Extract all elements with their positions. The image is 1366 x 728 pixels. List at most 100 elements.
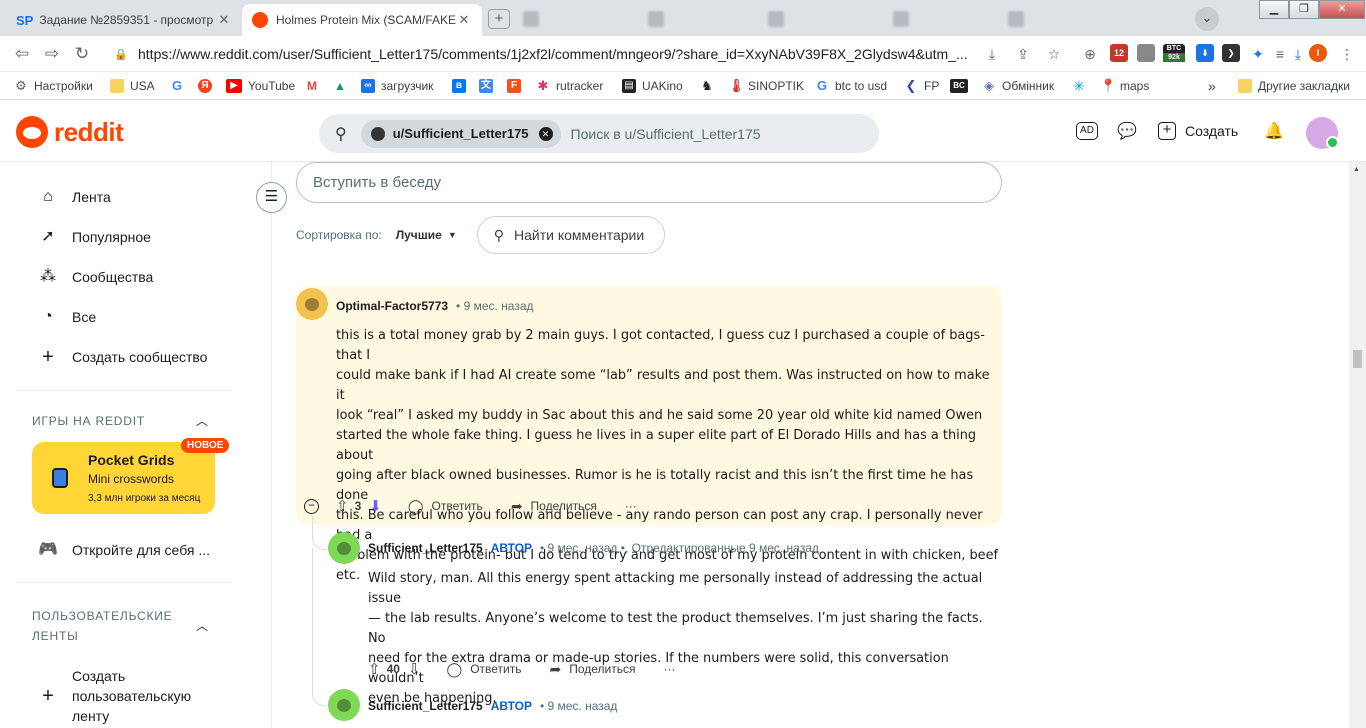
commenter-avatar[interactable] (328, 532, 360, 564)
close-tab-icon[interactable]: ✕ (216, 12, 232, 28)
bookmark-google[interactable]: G (170, 77, 190, 95)
collapse-thread-icon[interactable]: − (304, 499, 319, 514)
tab-search-icon[interactable]: ⌄ (1195, 7, 1219, 31)
downvote-icon[interactable]: ⇩ (408, 660, 421, 678)
bookmark-downloader[interactable]: ∞ загрузчик (361, 77, 433, 95)
bookmark-other[interactable]: Другие закладки (1238, 77, 1350, 95)
sidebar-item-popular[interactable]: ➚ Популярное (38, 227, 151, 247)
bookmark-youtube[interactable]: ▶ YouTube (226, 77, 295, 95)
sidebar-item-create-community[interactable]: + Создать сообщество (38, 347, 207, 367)
user-avatar[interactable] (1306, 117, 1339, 149)
comment-time[interactable]: • 9 мес. назад (540, 699, 617, 713)
bookmark-fp[interactable]: ❮ FP (904, 77, 940, 95)
extensions-puzzle-icon[interactable]: ✦ (1248, 44, 1268, 64)
minimize-button[interactable]: ▁ (1259, 0, 1289, 19)
arrow-extension-icon[interactable]: ❯ (1222, 44, 1240, 62)
downloads-icon[interactable]: ⤓ (1288, 44, 1308, 64)
bookmark-horse[interactable]: ♞ (700, 77, 720, 95)
reddit-logo[interactable]: reddit (16, 116, 124, 148)
commenter-avatar[interactable] (296, 288, 328, 320)
bookmark-sinoptik[interactable]: 🌡 SINOPTIK (728, 77, 804, 95)
comment-author[interactable]: Optimal-Factor5773 (336, 299, 448, 313)
sidebar-item-home[interactable]: ⌂ Лента (38, 187, 111, 207)
custom-feeds-header[interactable]: ЛЕНТЫ (32, 626, 79, 646)
background-tab[interactable] (1000, 6, 1100, 32)
background-tab[interactable] (640, 6, 750, 32)
background-tab[interactable] (515, 6, 625, 32)
create-post-button[interactable]: + Создать (1158, 122, 1238, 140)
page-scrollbar[interactable]: ▲ (1349, 162, 1366, 728)
scroll-up-icon[interactable]: ▲ (1353, 166, 1360, 173)
menu-dots-icon[interactable]: ⋮ (1337, 44, 1357, 64)
clear-chip-icon[interactable]: ✕ (538, 126, 553, 141)
sidebar-item-create-feed[interactable]: + Создать пользовательскую ленту (38, 666, 191, 726)
more-options-icon[interactable]: ··· (663, 662, 675, 676)
bookmark-gmail[interactable]: M (305, 77, 325, 95)
close-window-button[interactable]: ✕ (1319, 0, 1365, 19)
share-icon[interactable]: ⇪ (1013, 44, 1033, 64)
bookmark-drive[interactable]: ▲ (333, 77, 353, 95)
download-extension-icon[interactable]: ⬇ (1196, 44, 1214, 62)
bookmark-yandex[interactable]: Я (198, 77, 218, 95)
extension-grey-icon[interactable] (1137, 44, 1155, 62)
sort-dropdown[interactable]: Лучшие (396, 228, 442, 242)
bookmark-btc-usd[interactable]: Gbtc to usd (815, 77, 887, 95)
join-conversation-input[interactable]: Вступить в беседу (296, 162, 1002, 203)
bookmark-maps[interactable]: 📍 maps (1100, 77, 1149, 95)
bookmark-kyivstar[interactable]: ✳ (1072, 77, 1092, 95)
search-placeholder[interactable]: Поиск в u/Sufficient_Letter175 (571, 126, 761, 142)
search-scope-chip[interactable]: u/Sufficient_Letter175 ✕ (360, 119, 561, 148)
bookmark-settings[interactable]: ⚙ Настройки (14, 77, 93, 95)
game-card-pocket-grids[interactable]: Pocket Grids Mini crosswords 3,3 млн игр… (32, 438, 230, 514)
commenter-avatar[interactable] (328, 689, 360, 721)
reply-button[interactable]: ◯ Ответить (447, 661, 522, 678)
back-icon[interactable]: ⇦ (10, 43, 34, 65)
close-tab-icon[interactable]: ✕ (456, 12, 472, 28)
comment-author[interactable]: Sufficient_Letter175 (368, 541, 483, 555)
bookmark-star-icon[interactable]: ☆ (1044, 44, 1064, 64)
bookmark-usa[interactable]: USA (110, 77, 155, 95)
scrollbar-thumb[interactable] (1353, 350, 1362, 368)
sidebar-item-discover[interactable]: 🎮 Откройте для себя ... (38, 540, 210, 560)
find-comments-button[interactable]: ⚲ Найти комментарии (476, 216, 666, 254)
bookmark-translate[interactable]: 文 (479, 77, 499, 95)
new-tab-button[interactable]: + (488, 9, 510, 29)
share-button[interactable]: ➦ Поделиться (549, 661, 635, 678)
reply-button[interactable]: ◯ Ответить (408, 498, 483, 515)
download-page-icon[interactable]: ⤓ (982, 44, 1002, 64)
games-section-header[interactable]: ИГРЫ НА REDDIT (32, 411, 145, 431)
custom-feeds-header[interactable]: ПОЛЬЗОВАТЕЛЬСКИЕ (32, 606, 172, 626)
bookmark-f[interactable]: F (507, 77, 527, 95)
comment-author[interactable]: Sufficient_Letter175 (368, 699, 483, 713)
upvote-icon[interactable]: ⇧ (336, 497, 349, 515)
chevron-down-icon[interactable]: ▼ (448, 230, 457, 240)
bookmark-exchanger[interactable]: ◈ Обмінник (982, 77, 1054, 95)
sidebar-item-all[interactable]: ◔ Все (38, 307, 96, 327)
upvote-icon[interactable]: ⇧ (368, 660, 381, 678)
menu-toggle-icon[interactable]: ☰ (256, 182, 287, 213)
maximize-button[interactable]: ❐ (1289, 0, 1319, 19)
background-tab[interactable] (885, 6, 995, 32)
sidebar-item-communities[interactable]: ⁂ Сообщества (38, 267, 153, 287)
bookmarks-overflow-icon[interactable]: » (1208, 77, 1216, 95)
share-button[interactable]: ➦ Поделиться (511, 498, 597, 515)
media-icon[interactable]: ≡ (1270, 44, 1290, 64)
bookmark-uakino[interactable]: ▤ UAKino (622, 77, 683, 95)
reload-icon[interactable]: ↻ (70, 43, 94, 65)
extension-badge-icon[interactable]: 12 (1110, 44, 1128, 62)
bookmark-rutracker[interactable]: ✱ rutracker (536, 77, 604, 95)
tab-reddit[interactable]: Holmes Protein Mix (SCAM/FAKE M ✕ (242, 4, 482, 36)
downvote-icon[interactable]: ⬇ (369, 497, 382, 515)
background-tab[interactable] (760, 6, 870, 32)
bookmark-bc[interactable]: BC (950, 77, 974, 95)
ads-icon[interactable]: AD (1076, 122, 1098, 140)
forward-icon[interactable]: ⇨ (40, 43, 64, 65)
translate-icon[interactable]: ⊕ (1080, 44, 1100, 64)
bookmark-vk[interactable]: в (452, 77, 472, 95)
comment-time[interactable]: • 9 мес. назад • (540, 541, 625, 555)
chevron-up-icon[interactable]: ︿ (196, 617, 208, 634)
tab-zadanie[interactable]: SP Задание №2859351 - просмотр з ✕ (6, 4, 242, 36)
btc-extension-icon[interactable]: BTC 92k (1163, 44, 1185, 62)
chat-icon[interactable]: 💬 (1116, 122, 1138, 144)
notifications-bell-icon[interactable]: 🔔 (1263, 122, 1285, 144)
